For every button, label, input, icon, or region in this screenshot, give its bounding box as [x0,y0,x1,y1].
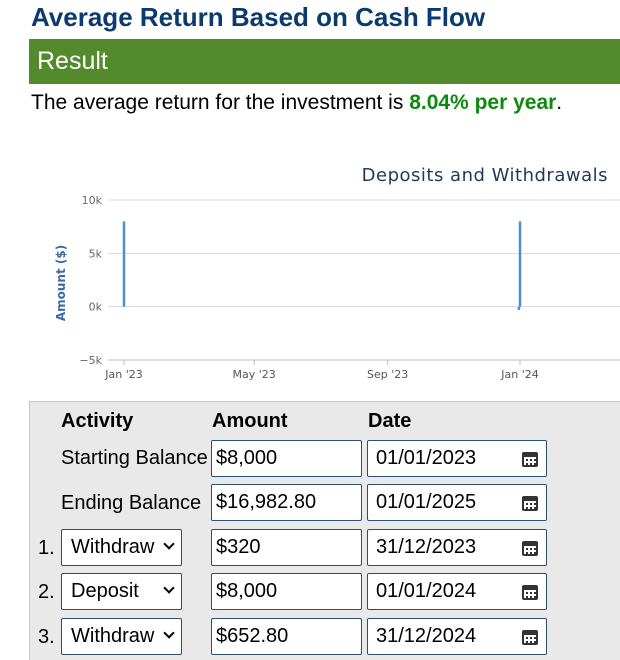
chart-x-tick-label: Jan '24 [500,368,538,381]
date-header: Date [368,410,412,432]
calendar-icon[interactable] [522,630,538,645]
activity-select-value: Deposit [71,580,139,602]
calendar-icon[interactable] [522,452,538,467]
date-input-1[interactable]: 31/12/2023 [367,529,547,566]
calendar-icon[interactable] [522,585,538,600]
ending-balance-date-input[interactable]: 01/01/2025 [367,484,547,521]
chevron-down-icon [163,582,175,594]
row-number: 1. [38,537,55,559]
activity-select-1[interactable]: Withdraw [61,529,182,566]
starting-balance-label: Starting Balance [61,447,208,469]
date-value: 31/12/2023 [376,536,477,558]
activity-select-2[interactable]: Deposit [61,573,182,610]
activity-select-value: Withdraw [71,625,155,647]
amount-input-3[interactable] [211,618,362,655]
chart-x-tick-label: May '23 [233,368,276,381]
chart-x-tick-label: Sep '23 [367,368,408,381]
result-value: 8.04% per year [409,91,557,114]
row-number: 2. [38,581,55,603]
date-value: 01/01/2023 [376,447,477,469]
chart-x-tick-label: Jan '23 [104,368,142,381]
date-value: 01/01/2025 [376,491,477,513]
chart-y-tick-label: 10k [82,194,103,207]
chart-y-tick-label: −5k [79,354,102,367]
chevron-down-icon [163,538,175,550]
amount-header: Amount [212,410,288,432]
chart-x-ticks: Jan '23 May '23 Sep '23 Jan '24 [104,360,539,381]
activity-header: Activity [61,410,134,432]
chevron-down-icon [163,627,175,639]
starting-balance-amount-input[interactable] [211,440,362,477]
deposits-withdrawals-chart: Deposits and Withdrawals Amount ($) 10k 5… [54,165,620,381]
result-header: Result [29,39,620,84]
starting-balance-date-input[interactable]: 01/01/2023 [367,440,547,477]
chart-y-ticks: 10k 5k 0k −5k [79,194,102,367]
chart-y-axis-label: Amount ($) [54,245,68,321]
activity-select-value: Withdraw [71,536,155,558]
date-value: 01/01/2024 [376,580,477,602]
chart-title: Deposits and Withdrawals [362,165,608,186]
row-number: 3. [38,626,55,648]
chart-y-tick-label: 0k [89,301,103,314]
ending-balance-label: Ending Balance [61,492,202,514]
chart-y-tick-label: 5k [89,247,103,260]
ending-balance-amount-input[interactable] [211,484,362,521]
calendar-icon[interactable] [522,541,538,556]
date-input-3[interactable]: 31/12/2024 [367,618,547,655]
activity-select-3[interactable]: Withdraw [61,618,182,655]
date-input-2[interactable]: 01/01/2024 [367,573,547,610]
calendar-icon[interactable] [522,496,538,511]
date-value: 31/12/2024 [376,625,477,647]
result-sentence: The average return for the investment is… [31,91,562,115]
result-text-suffix: . [556,91,563,114]
chart-bars [122,221,522,311]
page-title: Average Return Based on Cash Flow [31,2,486,32]
amount-input-1[interactable] [211,529,362,566]
amount-input-2[interactable] [211,573,362,610]
chart-grid [108,199,620,361]
result-text-prefix: The average return for the investment is [31,91,410,114]
